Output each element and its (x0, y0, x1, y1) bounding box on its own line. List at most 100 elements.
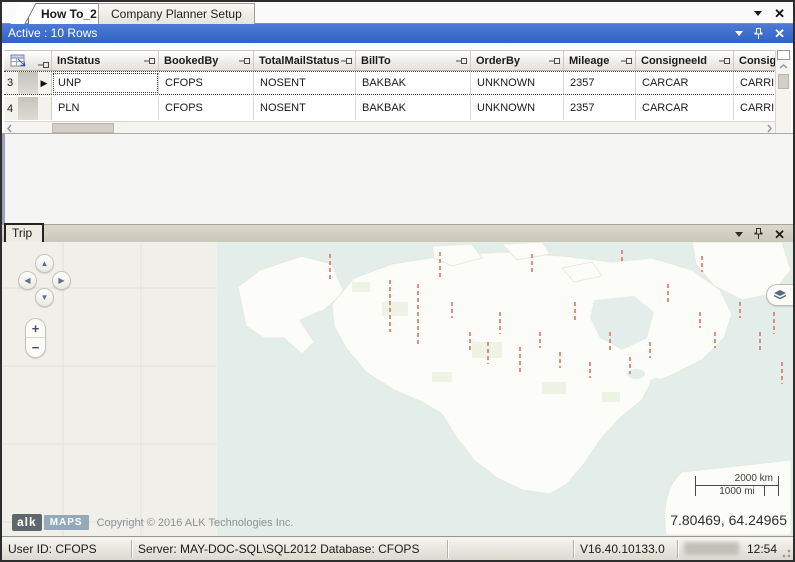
status-clock-section: 12:54 (678, 540, 793, 558)
column-pin-icon[interactable] (456, 57, 467, 69)
record-selector-icon (10, 53, 27, 69)
cursor-coordinates: 7.80469, 64.24965 (670, 512, 787, 528)
grid-header-row: InStatus BookedBy TotalMailStatus BillTo Ord… (4, 50, 777, 71)
empty-panel-area (2, 133, 793, 224)
column-pin-icon[interactable] (621, 57, 632, 69)
grid-cell[interactable]: NOSENT (254, 72, 356, 94)
grid-cell[interactable]: UNKNOWN (471, 72, 564, 94)
map-zoom-control: + − (25, 318, 46, 358)
zoom-out-button[interactable]: − (26, 338, 45, 357)
column-header-label: BillTo (361, 55, 391, 67)
column-header-label: BookedBy (164, 55, 218, 67)
panel-menu-chevron-icon[interactable] (735, 31, 743, 36)
zoom-in-button[interactable]: + (26, 319, 45, 338)
trip-close-icon[interactable]: ✕ (774, 228, 785, 241)
row-number: 3 (4, 77, 18, 89)
column-header-mileage[interactable]: Mileage (564, 51, 636, 70)
table-row[interactable]: 4PLNCFOPSNOSENTBAKBAKUNKNOWN2357CARCARCA… (4, 97, 777, 120)
column-pin-icon[interactable] (719, 57, 730, 69)
column-header-bookedby[interactable]: BookedBy (159, 51, 254, 70)
column-header-instatus[interactable]: InStatus (52, 51, 159, 70)
column-header-orderby[interactable]: OrderBy (471, 51, 564, 70)
grid-cell[interactable]: PLN (52, 97, 159, 120)
resize-grip[interactable] (780, 547, 792, 559)
app-window: How To_2 Company Planner Setup ✕ Active … (0, 0, 795, 562)
map-pan-control: ▲ ◀ ▶ ▼ (16, 254, 72, 316)
close-icon[interactable]: ✕ (774, 7, 785, 20)
pan-left-button[interactable]: ◀ (18, 271, 37, 290)
map-graphic (2, 242, 793, 536)
column-pin-icon[interactable] (341, 57, 352, 69)
map-scale: 2000 km 1000 mi (695, 473, 779, 498)
map-canvas[interactable]: ▲ ◀ ▶ ▼ + − 2000 km 1000 mi (2, 242, 793, 536)
scale-km-label: 2000 km (695, 473, 779, 485)
redacted-date (684, 542, 739, 555)
orders-grid: InStatus BookedBy TotalMailStatus BillTo Ord… (2, 43, 793, 133)
map-layers-button[interactable] (766, 284, 793, 306)
grid-selector-corner[interactable] (4, 51, 52, 70)
column-header-label: ConsigneeId (641, 55, 707, 67)
grid-rows: 3▶UNPCFOPSNOSENTBAKBAKUNKNOWN2357CARCARC… (4, 71, 777, 120)
column-header-label: TotalMailStatus (259, 55, 339, 67)
grid-cell[interactable]: CARRI (734, 97, 777, 120)
copyright-text: Copyright © 2016 ALK Technologies Inc. (97, 517, 294, 529)
column-header-label: InStatus (57, 55, 100, 67)
chevron-down-icon[interactable] (754, 11, 762, 16)
status-user-id: User ID: CFOPS (2, 540, 132, 558)
column-pin-icon[interactable] (549, 57, 560, 69)
alk-logo-badge: alk (12, 514, 42, 531)
row-header-block (18, 97, 38, 120)
scroll-up-icon[interactable] (776, 60, 791, 73)
status-bar: User ID: CFOPS Server: MAY-DOC-SQL\SQL20… (2, 536, 793, 560)
trip-panel-header: Trip ✕ (2, 224, 793, 242)
trip-menu-chevron-icon[interactable] (735, 232, 743, 237)
trip-pin-icon[interactable] (754, 228, 763, 240)
table-row[interactable]: 3▶UNPCFOPSNOSENTBAKBAKUNKNOWN2357CARCARC… (4, 71, 777, 95)
status-version: V16.40.10133.0 (574, 540, 678, 558)
pin-icon[interactable] (754, 28, 763, 40)
grid-cell[interactable]: UNP (52, 72, 159, 94)
pan-up-button[interactable]: ▲ (35, 254, 54, 273)
grid-cell[interactable]: 2357 (564, 97, 636, 120)
grid-cell[interactable]: BAKBAK (356, 97, 471, 120)
status-time: 12:54 (747, 540, 777, 558)
column-header-label: OrderBy (476, 55, 520, 67)
scrollbar-corner-box[interactable] (777, 50, 790, 60)
column-pin-icon[interactable] (144, 57, 155, 69)
column-header-label: Mileage (569, 55, 609, 67)
pan-right-button[interactable]: ▶ (52, 271, 71, 290)
pan-down-button[interactable]: ▼ (35, 288, 54, 307)
grid-cell[interactable]: NOSENT (254, 97, 356, 120)
grid-cell[interactable]: 2357 (564, 72, 636, 94)
grid-cell[interactable]: UNKNOWN (471, 97, 564, 120)
column-pin-icon[interactable] (239, 57, 250, 69)
row-header[interactable]: 4 (4, 97, 52, 120)
maps-logo-badge: MAPS (44, 515, 89, 530)
scale-mi-label: 1000 mi (695, 486, 779, 498)
grid-cell[interactable]: CARCAR (636, 72, 734, 94)
alk-maps-logo: alk MAPS Copyright © 2016 ALK Technologi… (12, 514, 293, 531)
column-header-label: Consig (739, 55, 776, 67)
active-rows-title: Active : 10 Rows (8, 26, 97, 40)
document-tab-bar: How To_2 Company Planner Setup ✕ (2, 2, 793, 24)
column-header-consig[interactable]: Consig (734, 51, 777, 70)
column-header-billto[interactable]: BillTo (356, 51, 471, 70)
layers-icon (773, 289, 787, 301)
grid-cell[interactable]: CFOPS (159, 72, 254, 94)
grid-cell[interactable]: CFOPS (159, 97, 254, 120)
horizontal-scroll-thumb[interactable] (52, 123, 114, 133)
row-header[interactable]: 3▶ (4, 72, 52, 94)
status-spacer (448, 540, 574, 558)
active-rows-caption: Active : 10 Rows ✕ (2, 24, 793, 43)
panel-close-icon[interactable]: ✕ (774, 27, 785, 40)
trip-tab[interactable]: Trip (4, 223, 44, 244)
vertical-scroll-thumb[interactable] (778, 74, 789, 89)
row-header-block (18, 72, 38, 94)
grid-cell[interactable]: CARRI (734, 72, 777, 94)
grid-cell[interactable]: CARCAR (636, 97, 734, 120)
column-header-consigneeid[interactable]: ConsigneeId (636, 51, 734, 70)
tab-company-planner-setup[interactable]: Company Planner Setup (98, 3, 255, 24)
column-header-totalmailstatus[interactable]: TotalMailStatus (254, 51, 356, 70)
current-row-arrow-icon: ▶ (38, 78, 50, 89)
grid-cell[interactable]: BAKBAK (356, 72, 471, 94)
